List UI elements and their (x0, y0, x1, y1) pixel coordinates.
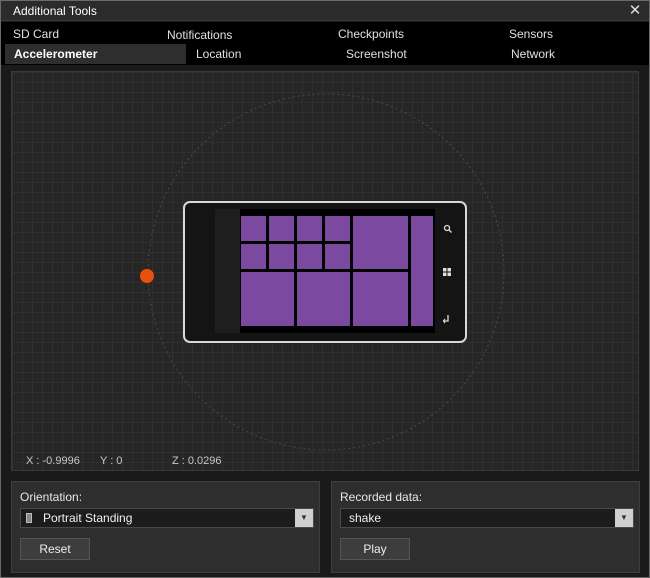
reset-button[interactable]: Reset (20, 538, 90, 560)
accelerometer-canvas (140, 93, 505, 451)
phone-glyph-icon (26, 513, 32, 523)
tab-sd-card[interactable]: SD Card (13, 24, 59, 44)
tile (297, 216, 322, 241)
play-button[interactable]: Play (340, 538, 410, 560)
tile (269, 244, 294, 269)
recorded-data-dropdown[interactable]: shake ▼ (340, 508, 634, 528)
recorded-data-label: Recorded data: (340, 490, 423, 504)
tab-checkpoints[interactable]: Checkpoints (338, 24, 404, 44)
recorded-data-panel: Recorded data: shake ▼ Play (331, 481, 640, 573)
tile (241, 216, 266, 241)
tile (353, 272, 408, 326)
tile (241, 272, 294, 326)
tile (297, 244, 322, 269)
x-readout: X : -0.9996 (26, 455, 80, 467)
phone-model (183, 201, 467, 343)
orientation-panel: Orientation: Portrait Standing ▼ Reset (11, 481, 320, 573)
tile (325, 244, 350, 269)
title-bar: Additional Tools ✕ (1, 1, 649, 21)
tile (297, 272, 350, 326)
tab-accelerometer[interactable]: Accelerometer (5, 44, 186, 64)
tab-sensors[interactable]: Sensors (509, 24, 553, 44)
tile (241, 244, 266, 269)
window-title: Additional Tools (13, 4, 97, 18)
tab-notifications[interactable]: Notifications (167, 25, 232, 45)
z-readout: Z : 0.0296 (172, 455, 222, 467)
additional-tools-window: Additional Tools ✕ SD Card Notifications… (0, 0, 650, 578)
phone-screen-side (215, 209, 240, 333)
orientation-drag-handle[interactable] (140, 269, 154, 283)
tab-network[interactable]: Network (511, 44, 555, 64)
accelerometer-stage[interactable]: X : -0.9996 Y : 0 Z : 0.0296 (11, 71, 639, 471)
tile (325, 216, 350, 241)
chevron-down-icon[interactable]: ▼ (295, 509, 313, 527)
tab-strip: SD Card Notifications Checkpoints Sensor… (1, 22, 649, 65)
recorded-data-value: shake (349, 511, 382, 525)
tile (411, 216, 433, 326)
tile (269, 216, 294, 241)
tile (353, 216, 408, 269)
chevron-down-icon[interactable]: ▼ (615, 509, 633, 527)
tab-screenshot[interactable]: Screenshot (346, 44, 407, 64)
orientation-dropdown[interactable]: Portrait Standing ▼ (20, 508, 314, 528)
orientation-label: Orientation: (20, 490, 83, 504)
y-readout: Y : 0 (100, 455, 123, 467)
close-icon[interactable]: ✕ (627, 1, 643, 20)
orientation-value: Portrait Standing (43, 511, 133, 525)
tab-location[interactable]: Location (196, 44, 241, 64)
